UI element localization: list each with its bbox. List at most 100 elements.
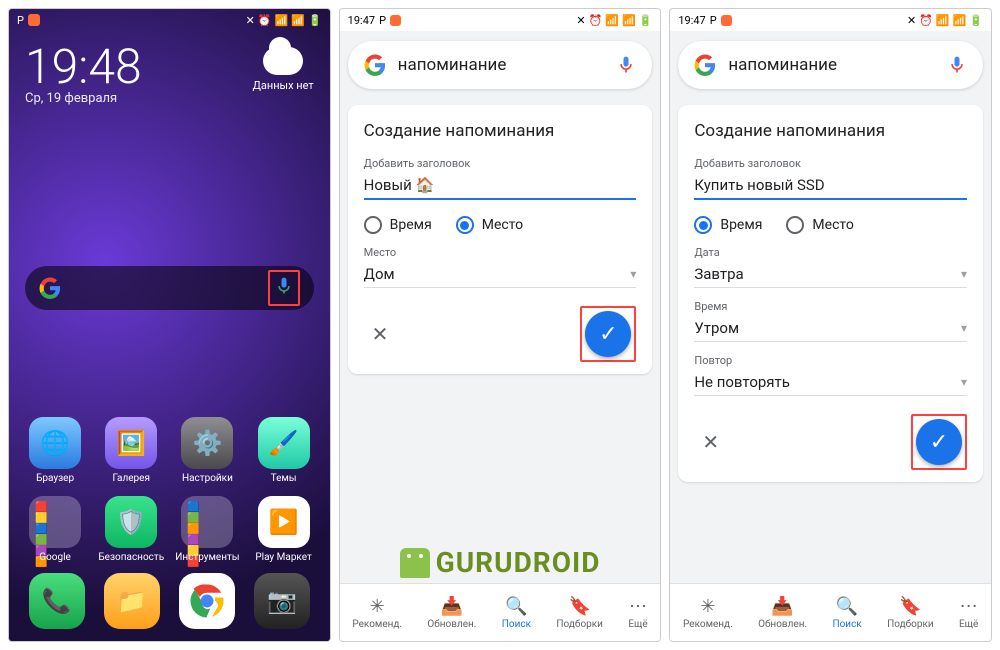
nav-label: Обновлен. [758,619,807,630]
nav-more[interactable]: ⋯Ещё [628,596,647,630]
dock-chrome[interactable] [179,573,235,629]
search-query: напоминание [728,55,935,75]
bookmark-icon: 🔖 [899,596,921,617]
mic-highlight [268,270,300,306]
nav-label: Ещё [959,619,978,630]
card-title: Создание напоминания [364,121,637,141]
wifi-icon: 📶 [291,14,305,27]
cloud-icon [263,47,303,75]
title-input[interactable]: Купить новый SSD [694,170,967,200]
app-gallery[interactable]: 🖼️Галерея [95,417,167,484]
repeat-value: Не повторять [694,373,790,391]
dock-phone[interactable]: 📞 [29,573,85,629]
app-play-market[interactable]: ▶️Play Маркет [248,496,320,563]
notification-app-icon [721,15,732,26]
confirm-highlight: ✓ [911,414,967,470]
bottom-nav: ✳ Рекоменд. 📥Обновлен. 🔍Поиск 🔖Подборки ⋯… [340,583,661,641]
nav-search[interactable]: 🔍Поиск [502,596,531,630]
google-logo-icon [694,54,716,76]
app-tools-folder[interactable]: 🟦🟩🟧🟪🟨🟥Инструменты [171,496,243,563]
status-time: 19:47 [678,14,705,27]
time-value: Утром [694,319,739,337]
dnd-icon: ✕ [907,14,916,27]
time-select[interactable]: Утром ▾ [694,313,967,342]
cancel-button[interactable]: ✕ [694,424,727,460]
nav-collections[interactable]: 🔖 Подборки [887,596,934,630]
cancel-button[interactable]: ✕ [364,316,397,352]
more-icon: ⋯ [629,596,647,617]
app-themes[interactable]: 🖌️Темы [248,417,320,484]
date-select[interactable]: Завтра ▾ [694,259,967,288]
battery-icon: 🔋 [639,14,653,27]
reminder-card: Создание напоминания Добавить заголовок … [678,105,983,482]
notification-app-icon [28,14,40,26]
wifi-icon: 📶 [953,14,967,27]
radio-time[interactable]: Время [364,216,432,234]
search-bar[interactable]: напоминание [348,41,653,89]
tray-icon: 📥 [441,596,463,617]
chevron-down-icon: ▾ [630,267,636,281]
place-select[interactable]: Дом ▾ [364,259,637,288]
nav-label: Подборки [887,619,934,630]
mic-icon[interactable] [616,55,636,75]
nav-search[interactable]: 🔍Поиск [832,596,861,630]
mic-icon[interactable] [947,55,967,75]
dock-camera[interactable]: 📷 [254,573,310,629]
date-label: Дата [694,246,967,259]
nav-more[interactable]: ⋯Ещё [959,596,978,630]
dnd-icon: ✕ [576,14,585,27]
radio-off-icon [364,216,382,234]
nav-label: Поиск [502,619,531,630]
google-logo-icon [364,54,386,76]
watermark-text: GURUDROID [436,546,601,579]
spark-icon: ✳ [700,596,715,617]
app-settings[interactable]: ⚙️Настройки [171,417,243,484]
nav-recommend[interactable]: ✳ Рекоменд. [352,596,402,630]
alarm-icon: ⏰ [589,14,603,27]
signal-icon: 📶 [936,14,950,27]
app-browser[interactable]: 🌐Браузер [19,417,91,484]
spark-icon: ✳ [370,596,385,617]
signal-icon: 📶 [275,14,289,27]
bookmark-icon: 🔖 [568,596,590,617]
title-hint: Добавить заголовок [694,157,967,170]
tray-icon: 📥 [771,596,793,617]
search-icon: 🔍 [836,596,858,617]
bottom-nav: ✳Рекоменд. 📥 Обновлен. 🔍Поиск 🔖 Подборки ⋯… [670,583,991,641]
home-search-bar[interactable] [25,266,314,310]
place-value: Дом [364,265,395,283]
radio-place[interactable]: Место [456,216,523,234]
app-security[interactable]: 🛡️Безопасность [95,496,167,563]
confirm-button[interactable]: ✓ [916,419,962,465]
chevron-down-icon: ▾ [961,267,967,281]
wifi-icon: 📶 [622,14,636,27]
nav-updates[interactable]: 📥 Обновлен. [758,596,807,630]
date-value: Завтра [694,265,743,283]
alarm-icon: ⏰ [919,14,933,27]
radio-time[interactable]: Время [694,216,762,234]
weather-widget[interactable]: Данных нет [253,47,314,92]
repeat-select[interactable]: Не повторять ▾ [694,367,967,396]
dock: 📞 📁 📷 [9,573,330,633]
status-bar: 19:47 P ✕ ⏰ 📶 📶 🔋 [670,9,991,31]
when-radio-group: Время Место [364,216,637,234]
chevron-down-icon: ▾ [961,321,967,335]
radio-place[interactable]: Место [786,216,853,234]
mic-icon[interactable] [274,276,294,296]
title-input[interactable]: Новый 🏠 [364,170,637,200]
app-google-folder[interactable]: 🟥🟨🟦🟩🟪🟧Google [19,496,91,563]
search-bar[interactable]: напоминание [678,41,983,89]
nav-label: Рекоменд. [352,619,402,630]
confirm-highlight: ✓ [580,306,636,362]
notification-p-icon: P [17,14,24,27]
confirm-button[interactable]: ✓ [585,311,631,357]
nav-collections[interactable]: 🔖Подборки [556,596,603,630]
status-time: 19:47 [348,14,375,27]
nav-recommend[interactable]: ✳Рекоменд. [683,596,733,630]
place-label: Место [364,246,637,259]
phone-reminder-place: 19:47 P ✕ ⏰ 📶 📶 🔋 напоминание Создание н… [339,8,662,642]
repeat-label: Повтор [694,354,967,367]
weather-status: Данных нет [253,79,314,92]
nav-updates[interactable]: 📥Обновлен. [427,596,476,630]
dock-files[interactable]: 📁 [104,573,160,629]
